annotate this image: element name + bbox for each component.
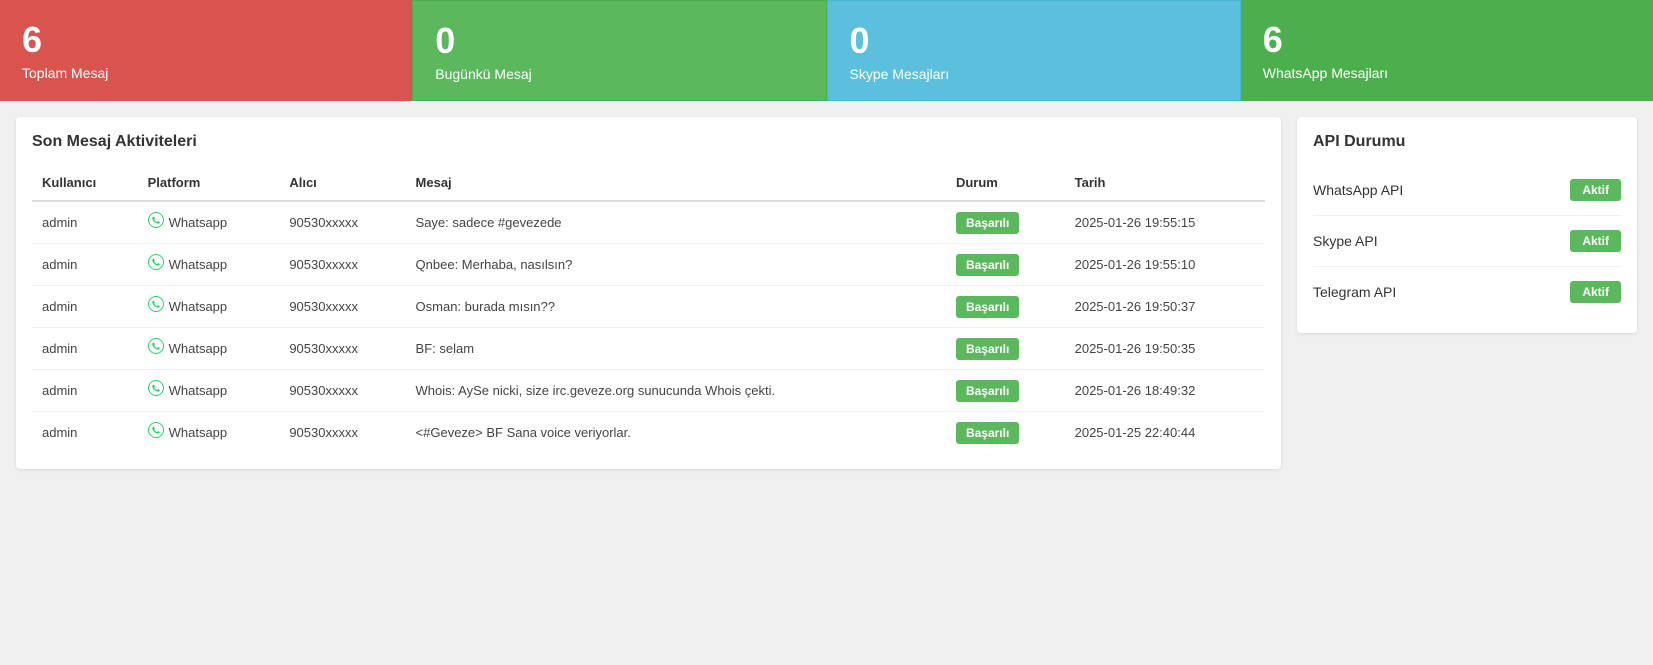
- cell-durum: Başarılı: [946, 244, 1065, 286]
- api-name: Telegram API: [1313, 284, 1396, 300]
- table-row: admin Whatsapp 90530xxxxx BF: selam Başa…: [32, 328, 1265, 370]
- stat-card-bugun: 0 Bugünkü Mesaj: [412, 0, 826, 101]
- cell-mesaj: <#Geveze> BF Sana voice veriyorlar.: [406, 412, 946, 454]
- cell-tarih: 2025-01-26 19:50:37: [1065, 286, 1265, 328]
- status-badge: Başarılı: [956, 212, 1019, 234]
- stat-card-whatsapp: 6 WhatsApp Mesajları: [1241, 0, 1653, 101]
- cell-platform: Whatsapp: [138, 412, 280, 454]
- cell-durum: Başarılı: [946, 286, 1065, 328]
- left-panel: Son Mesaj Aktiviteleri Kullanıcı Platfor…: [16, 117, 1281, 469]
- stat-number-whatsapp: 6: [1263, 18, 1631, 61]
- whatsapp-icon: [148, 254, 164, 275]
- cell-tarih: 2025-01-26 18:49:32: [1065, 370, 1265, 412]
- stat-number-skype: 0: [850, 19, 1218, 62]
- col-tarih: Tarih: [1065, 165, 1265, 201]
- table-row: admin Whatsapp 90530xxxxx Qnbee: Merhaba…: [32, 244, 1265, 286]
- api-name: WhatsApp API: [1313, 182, 1403, 198]
- cell-durum: Başarılı: [946, 201, 1065, 244]
- cell-platform: Whatsapp: [138, 328, 280, 370]
- cell-kullanici: admin: [32, 328, 138, 370]
- cell-mesaj: BF: selam: [406, 328, 946, 370]
- stat-card-skype: 0 Skype Mesajları: [827, 0, 1241, 101]
- cell-mesaj: Saye: sadece #gevezede: [406, 201, 946, 244]
- table-row: admin Whatsapp 90530xxxxx Saye: sadece #…: [32, 201, 1265, 244]
- cell-kullanici: admin: [32, 201, 138, 244]
- whatsapp-icon: [148, 212, 164, 233]
- cell-platform: Whatsapp: [138, 244, 280, 286]
- col-kullanici: Kullanıcı: [32, 165, 138, 201]
- cell-mesaj: Qnbee: Merhaba, nasılsın?: [406, 244, 946, 286]
- platform-label: Whatsapp: [169, 383, 228, 398]
- main-content: Son Mesaj Aktiviteleri Kullanıcı Platfor…: [0, 101, 1653, 485]
- stat-label-skype: Skype Mesajları: [850, 66, 1218, 82]
- cell-durum: Başarılı: [946, 370, 1065, 412]
- cell-alici: 90530xxxxx: [279, 201, 405, 244]
- api-row: Skype API Aktif: [1313, 216, 1621, 267]
- col-durum: Durum: [946, 165, 1065, 201]
- cell-mesaj: Whois: AySe nicki, size irc.geveze.org s…: [406, 370, 946, 412]
- api-status-badge: Aktif: [1570, 179, 1621, 201]
- api-row: Telegram API Aktif: [1313, 267, 1621, 317]
- cell-platform: Whatsapp: [138, 370, 280, 412]
- cell-mesaj: Osman: burada mısın??: [406, 286, 946, 328]
- col-platform: Platform: [138, 165, 280, 201]
- status-badge: Başarılı: [956, 254, 1019, 276]
- platform-label: Whatsapp: [169, 425, 228, 440]
- stat-number-bugun: 0: [435, 19, 803, 62]
- platform-label: Whatsapp: [169, 257, 228, 272]
- cell-kullanici: admin: [32, 412, 138, 454]
- cell-kullanici: admin: [32, 244, 138, 286]
- cell-alici: 90530xxxxx: [279, 244, 405, 286]
- api-name: Skype API: [1313, 233, 1378, 249]
- cell-alici: 90530xxxxx: [279, 370, 405, 412]
- stat-card-toplam: 6 Toplam Mesaj: [0, 0, 412, 101]
- status-badge: Başarılı: [956, 422, 1019, 444]
- stats-row: 6 Toplam Mesaj 0 Bugünkü Mesaj 0 Skype M…: [0, 0, 1653, 101]
- status-badge: Başarılı: [956, 380, 1019, 402]
- api-row: WhatsApp API Aktif: [1313, 165, 1621, 216]
- cell-platform: Whatsapp: [138, 201, 280, 244]
- messages-section-title: Son Mesaj Aktiviteleri: [32, 133, 1265, 151]
- right-panel: API Durumu WhatsApp API Aktif Skype API …: [1297, 117, 1637, 333]
- platform-label: Whatsapp: [169, 299, 228, 314]
- messages-table: Kullanıcı Platform Alıcı Mesaj Durum Tar…: [32, 165, 1265, 453]
- col-mesaj: Mesaj: [406, 165, 946, 201]
- cell-tarih: 2025-01-26 19:50:35: [1065, 328, 1265, 370]
- cell-platform: Whatsapp: [138, 286, 280, 328]
- cell-durum: Başarılı: [946, 412, 1065, 454]
- cell-durum: Başarılı: [946, 328, 1065, 370]
- api-list: WhatsApp API Aktif Skype API Aktif Teleg…: [1313, 165, 1621, 317]
- cell-alici: 90530xxxxx: [279, 286, 405, 328]
- cell-tarih: 2025-01-26 19:55:15: [1065, 201, 1265, 244]
- stat-label-toplam: Toplam Mesaj: [22, 65, 390, 81]
- table-row: admin Whatsapp 90530xxxxx <#Geveze> BF S…: [32, 412, 1265, 454]
- stat-label-bugun: Bugünkü Mesaj: [435, 66, 803, 82]
- cell-tarih: 2025-01-25 22:40:44: [1065, 412, 1265, 454]
- whatsapp-icon: [148, 338, 164, 359]
- table-row: admin Whatsapp 90530xxxxx Whois: AySe ni…: [32, 370, 1265, 412]
- api-status-badge: Aktif: [1570, 281, 1621, 303]
- api-status-badge: Aktif: [1570, 230, 1621, 252]
- platform-label: Whatsapp: [169, 215, 228, 230]
- whatsapp-icon: [148, 422, 164, 443]
- whatsapp-icon: [148, 380, 164, 401]
- platform-label: Whatsapp: [169, 341, 228, 356]
- cell-alici: 90530xxxxx: [279, 412, 405, 454]
- stat-label-whatsapp: WhatsApp Mesajları: [1263, 65, 1631, 81]
- status-badge: Başarılı: [956, 338, 1019, 360]
- stat-number-toplam: 6: [22, 18, 390, 61]
- table-header-row: Kullanıcı Platform Alıcı Mesaj Durum Tar…: [32, 165, 1265, 201]
- table-row: admin Whatsapp 90530xxxxx Osman: burada …: [32, 286, 1265, 328]
- whatsapp-icon: [148, 296, 164, 317]
- cell-alici: 90530xxxxx: [279, 328, 405, 370]
- status-badge: Başarılı: [956, 296, 1019, 318]
- col-alici: Alıcı: [279, 165, 405, 201]
- cell-tarih: 2025-01-26 19:55:10: [1065, 244, 1265, 286]
- cell-kullanici: admin: [32, 370, 138, 412]
- cell-kullanici: admin: [32, 286, 138, 328]
- api-section-title: API Durumu: [1313, 133, 1621, 151]
